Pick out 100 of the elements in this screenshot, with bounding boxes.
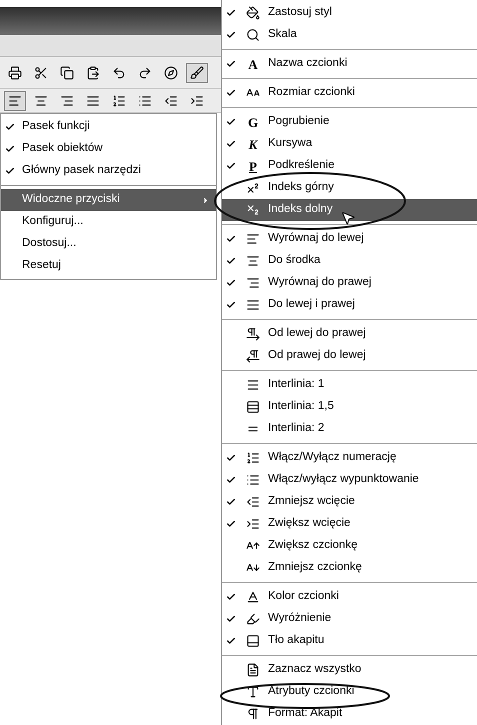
- menu-item[interactable]: Do środka: [222, 250, 477, 272]
- compass-icon: [164, 66, 178, 80]
- check-icon: [5, 122, 15, 132]
- check-icon: [226, 278, 236, 288]
- menu-item[interactable]: Kolor czcionki: [222, 586, 477, 608]
- indent-decrease-icon: [246, 495, 260, 509]
- check-icon: [226, 139, 236, 149]
- menu-item[interactable]: A Nazwa czcionki: [222, 53, 477, 75]
- menu-item[interactable]: Skala: [222, 24, 477, 46]
- superscript-icon: [246, 181, 260, 195]
- menu-item[interactable]: Zaznacz wszystko: [222, 659, 477, 681]
- check-icon: [226, 592, 236, 602]
- toolbar-button[interactable]: [4, 90, 26, 110]
- letter-icon: K: [248, 138, 258, 150]
- menu-item[interactable]: Resetuj: [1, 255, 216, 277]
- align-justify-icon: [86, 94, 100, 108]
- check-icon: [226, 636, 236, 646]
- menu-item[interactable]: Indeks górny: [222, 177, 477, 199]
- check-icon: [226, 161, 236, 171]
- paste-icon: [86, 66, 100, 80]
- document-icon: [246, 663, 260, 677]
- check-icon: [226, 497, 236, 507]
- check-icon: [226, 8, 236, 18]
- cut-icon: [34, 66, 48, 80]
- check-icon: [226, 453, 236, 463]
- check-icon: [226, 59, 236, 69]
- check-icon: [5, 144, 15, 154]
- menu-item[interactable]: Od lewej do prawej: [222, 323, 477, 345]
- menu-item[interactable]: Zwiększ czcionkę: [222, 535, 477, 557]
- menu-item[interactable]: Włącz/Wyłącz numerację: [222, 447, 477, 469]
- line-spacing-icon: [246, 400, 260, 414]
- check-icon: [226, 475, 236, 485]
- redo-icon: [138, 66, 152, 80]
- menu-item[interactable]: Tło akapitu: [222, 630, 477, 652]
- menu-item[interactable]: Zastosuj styl: [222, 2, 477, 24]
- zoom-icon: [246, 28, 260, 42]
- paint-bucket-icon: [246, 6, 260, 20]
- menu-item[interactable]: Widoczne przyciski: [1, 189, 216, 211]
- numbered-list-icon: [112, 94, 126, 108]
- letter-icon: A: [248, 58, 258, 70]
- menu-item[interactable]: Interlinia: 2: [222, 418, 477, 440]
- letter-icon: P: [249, 160, 257, 172]
- check-icon: [5, 166, 15, 176]
- menu-item[interactable]: Do lewej i prawej: [222, 294, 477, 316]
- menu-item[interactable]: Atrybuty czcionki: [222, 681, 477, 703]
- menu-item[interactable]: Format: Akapit: [222, 703, 477, 725]
- check-icon: [226, 519, 236, 529]
- menu-item[interactable]: Interlinia: 1: [222, 374, 477, 396]
- mouse-cursor-icon: [340, 210, 356, 226]
- menu-item[interactable]: Wyróżnienie: [222, 608, 477, 630]
- check-icon: [226, 256, 236, 266]
- menu-item[interactable]: Główny pasek narzędzi: [1, 160, 216, 182]
- menu-item[interactable]: Od prawej do lewej: [222, 345, 477, 367]
- numbered-list-icon: [246, 451, 260, 465]
- align-left-icon: [8, 94, 22, 108]
- menu-item[interactable]: Zwiększ wcięcie: [222, 513, 477, 535]
- indent-increase-icon: [246, 517, 260, 531]
- highlighter-icon: [246, 612, 260, 626]
- copy-icon: [60, 66, 74, 80]
- align-center-icon: [34, 94, 48, 108]
- indent-increase-icon: [190, 94, 204, 108]
- check-icon: [226, 88, 236, 98]
- align-right-icon: [60, 94, 74, 108]
- toolbar-button[interactable]: [186, 62, 208, 82]
- menu-item[interactable]: Indeks dolny: [222, 199, 477, 221]
- font-color-icon: [246, 590, 260, 604]
- check-icon: [226, 234, 236, 244]
- menu-item[interactable]: Dostosuj...: [1, 233, 216, 255]
- menu-item[interactable]: P Podkreślenie: [222, 155, 477, 177]
- brush-icon: [190, 66, 204, 80]
- align-left-icon: [246, 232, 260, 246]
- menu-item[interactable]: K Kursywa: [222, 133, 477, 155]
- menu-item[interactable]: Włącz/wyłącz wypunktowanie: [222, 469, 477, 491]
- align-center-icon: [246, 254, 260, 268]
- menu-item[interactable]: Pasek obiektów: [1, 138, 216, 160]
- line-spacing-icon: [246, 378, 260, 392]
- menu-item[interactable]: Zmniejsz wcięcie: [222, 491, 477, 513]
- menu-item[interactable]: Interlinia: 1,5: [222, 396, 477, 418]
- menu-item[interactable]: Wyrównaj do prawej: [222, 272, 477, 294]
- undo-icon: [112, 66, 126, 80]
- indent-decrease-icon: [164, 94, 178, 108]
- letter-icon: G: [248, 116, 258, 128]
- check-icon: [226, 30, 236, 40]
- left-to-right-icon: [246, 327, 260, 341]
- check-icon: [226, 117, 236, 127]
- menu-item[interactable]: Zmniejsz czcionkę: [222, 557, 477, 579]
- align-right-icon: [246, 276, 260, 290]
- align-justify-icon: [246, 298, 260, 312]
- menu-item[interactable]: G Pogrubienie: [222, 111, 477, 133]
- pilcrow-icon: [246, 707, 260, 721]
- right-to-left-icon: [246, 349, 260, 363]
- printer-icon: [8, 66, 22, 80]
- check-icon: [226, 300, 236, 310]
- menu-item[interactable]: Pasek funkcji: [1, 116, 216, 138]
- menu-item[interactable]: Wyrównaj do lewej: [222, 228, 477, 250]
- menu-item[interactable]: Rozmiar czcionki: [222, 82, 477, 104]
- menu-item[interactable]: Konfiguruj...: [1, 211, 216, 233]
- paragraph-background-icon: [246, 634, 260, 648]
- check-icon: [226, 614, 236, 624]
- subscript-icon: [246, 203, 260, 217]
